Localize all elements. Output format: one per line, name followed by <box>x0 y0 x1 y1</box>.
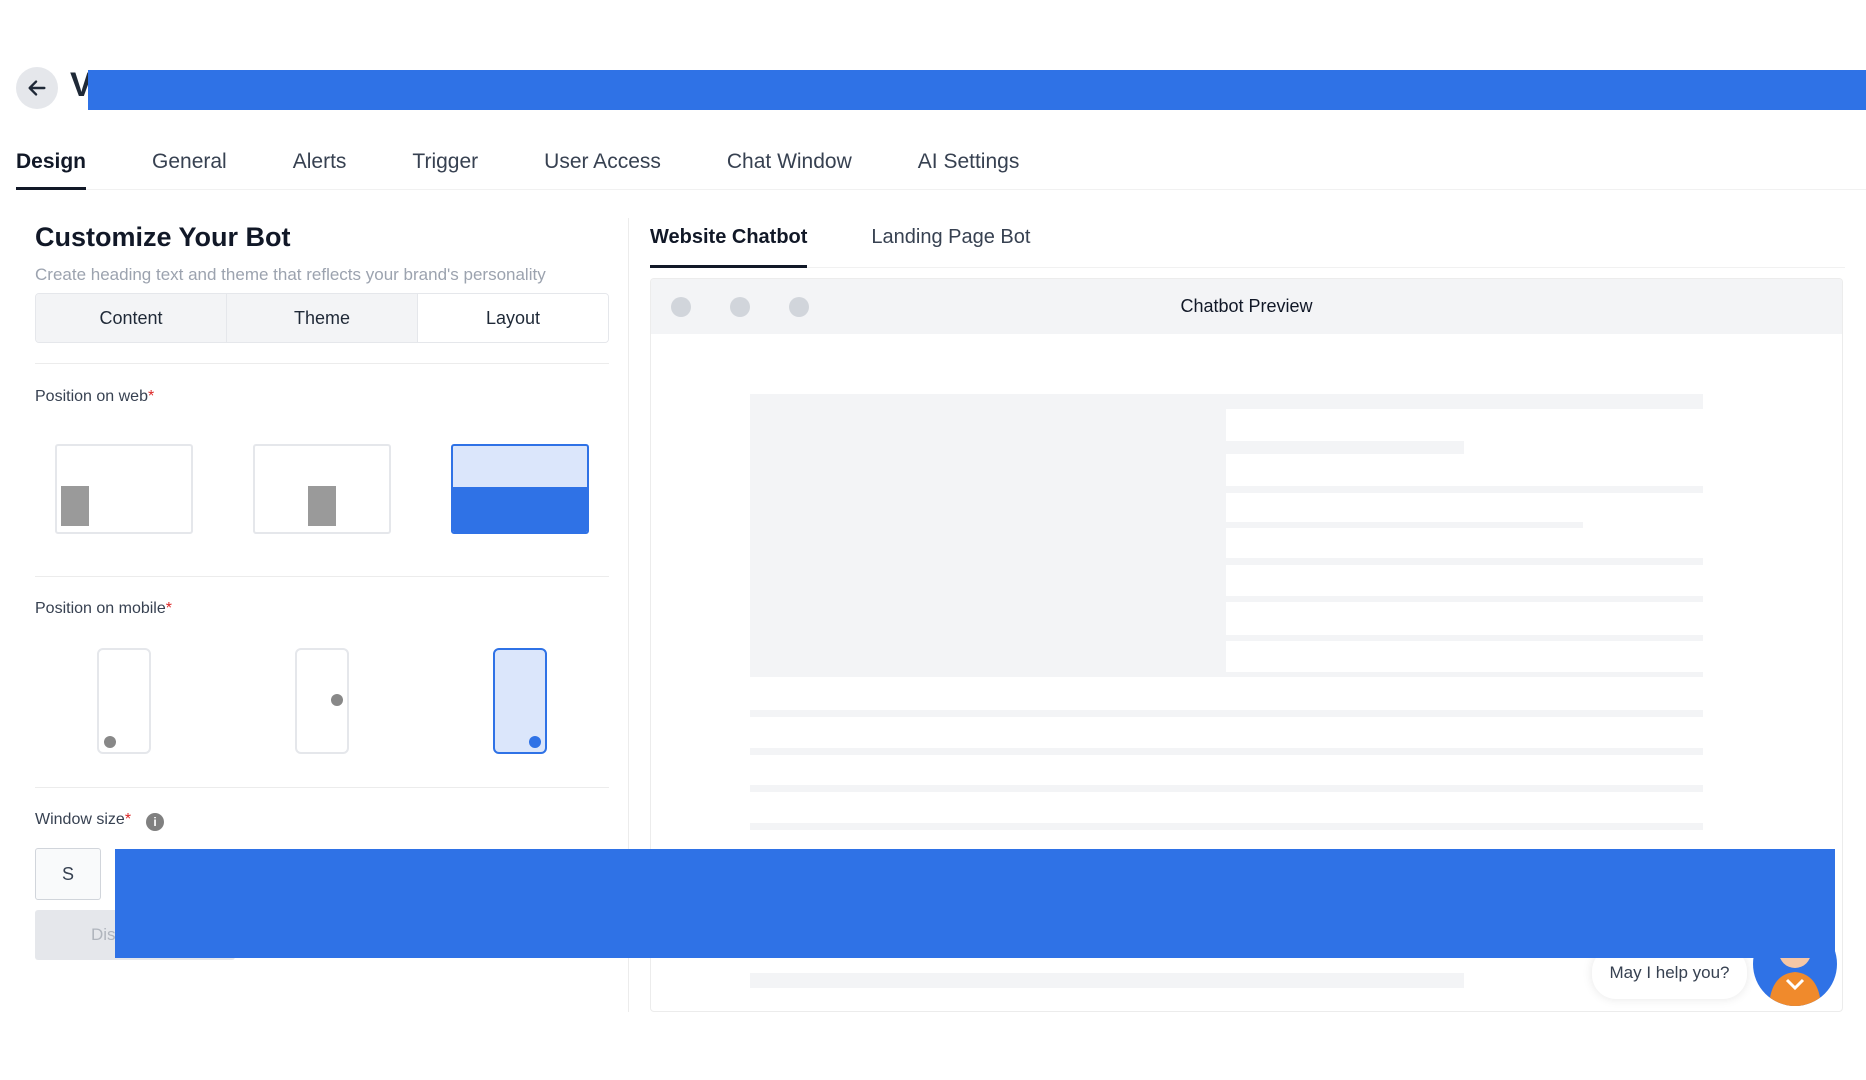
tab-website-chatbot[interactable]: Website Chatbot <box>650 222 808 268</box>
web-position-bottom-center[interactable] <box>253 444 391 534</box>
panel-subtitle: Create heading text and theme that refle… <box>35 265 546 284</box>
widget-dot <box>529 736 541 748</box>
tab-trigger[interactable]: Trigger <box>412 140 478 190</box>
back-button[interactable] <box>16 67 58 109</box>
tab-general[interactable]: General <box>152 140 227 190</box>
skeleton-line <box>750 710 1703 717</box>
skeleton-line <box>1226 596 1703 602</box>
web-position-bottom-left[interactable] <box>55 444 193 534</box>
info-icon[interactable]: i <box>146 813 164 831</box>
preview-title-bar: Chatbot Preview <box>651 279 1842 334</box>
web-position-bottom-right[interactable] <box>451 444 589 534</box>
segment-layout[interactable]: Layout <box>418 294 608 342</box>
skeleton-line <box>750 973 1464 988</box>
tab-alerts[interactable]: Alerts <box>293 140 347 190</box>
required-mark: * <box>124 811 132 828</box>
bot-type-tabs: Website Chatbot Landing Page Bot <box>650 222 1845 268</box>
skeleton-line <box>1226 672 1703 677</box>
position-web-label: Position on web* <box>35 388 155 405</box>
segment-theme[interactable]: Theme <box>227 294 418 342</box>
main-tab-bar: Design General Alerts Trigger User Acces… <box>16 140 1866 190</box>
tab-design[interactable]: Design <box>16 140 87 190</box>
segment-content[interactable]: Content <box>36 294 227 342</box>
tab-chat-window[interactable]: Chat Window <box>727 140 852 190</box>
divider <box>35 787 609 788</box>
widget-marker <box>308 486 336 526</box>
widget-marker <box>61 486 89 526</box>
skeleton-image <box>750 394 1226 677</box>
redacted-title-block <box>88 70 1866 110</box>
skeleton-line <box>750 785 1703 792</box>
widget-dot <box>331 694 343 706</box>
tab-ai-settings[interactable]: AI Settings <box>918 140 1020 190</box>
mobile-position-bottom-right[interactable] <box>493 648 547 754</box>
divider <box>35 363 609 364</box>
required-mark: * <box>165 600 172 617</box>
skeleton-line <box>1226 486 1703 493</box>
skeleton-line <box>750 823 1703 830</box>
window-size-label: Window size* <box>35 811 132 828</box>
position-mobile-label: Position on mobile* <box>35 600 172 617</box>
divider <box>35 576 609 577</box>
tab-user-access[interactable]: User Access <box>544 140 661 190</box>
skeleton-line <box>750 748 1703 755</box>
widget-dot <box>104 736 116 748</box>
preview-title: Chatbot Preview <box>1180 296 1313 316</box>
panel-title: Customize Your Bot <box>35 222 291 252</box>
skeleton-line <box>1226 635 1703 641</box>
widget-marker <box>453 487 587 532</box>
redacted-block <box>115 849 1835 958</box>
customize-segment-control: Content Theme Layout <box>35 293 609 343</box>
window-size-s-button[interactable]: S <box>35 848 101 900</box>
arrow-left-icon <box>28 80 46 96</box>
mobile-position-bottom-left[interactable] <box>97 648 151 754</box>
skeleton-line <box>1226 522 1583 528</box>
mobile-position-middle-right[interactable] <box>295 648 349 754</box>
skeleton-line <box>1226 558 1703 565</box>
tab-landing-page-bot[interactable]: Landing Page Bot <box>871 222 1030 268</box>
skeleton-line <box>1226 441 1464 454</box>
skeleton-line <box>1226 394 1703 409</box>
required-mark: * <box>147 388 155 405</box>
